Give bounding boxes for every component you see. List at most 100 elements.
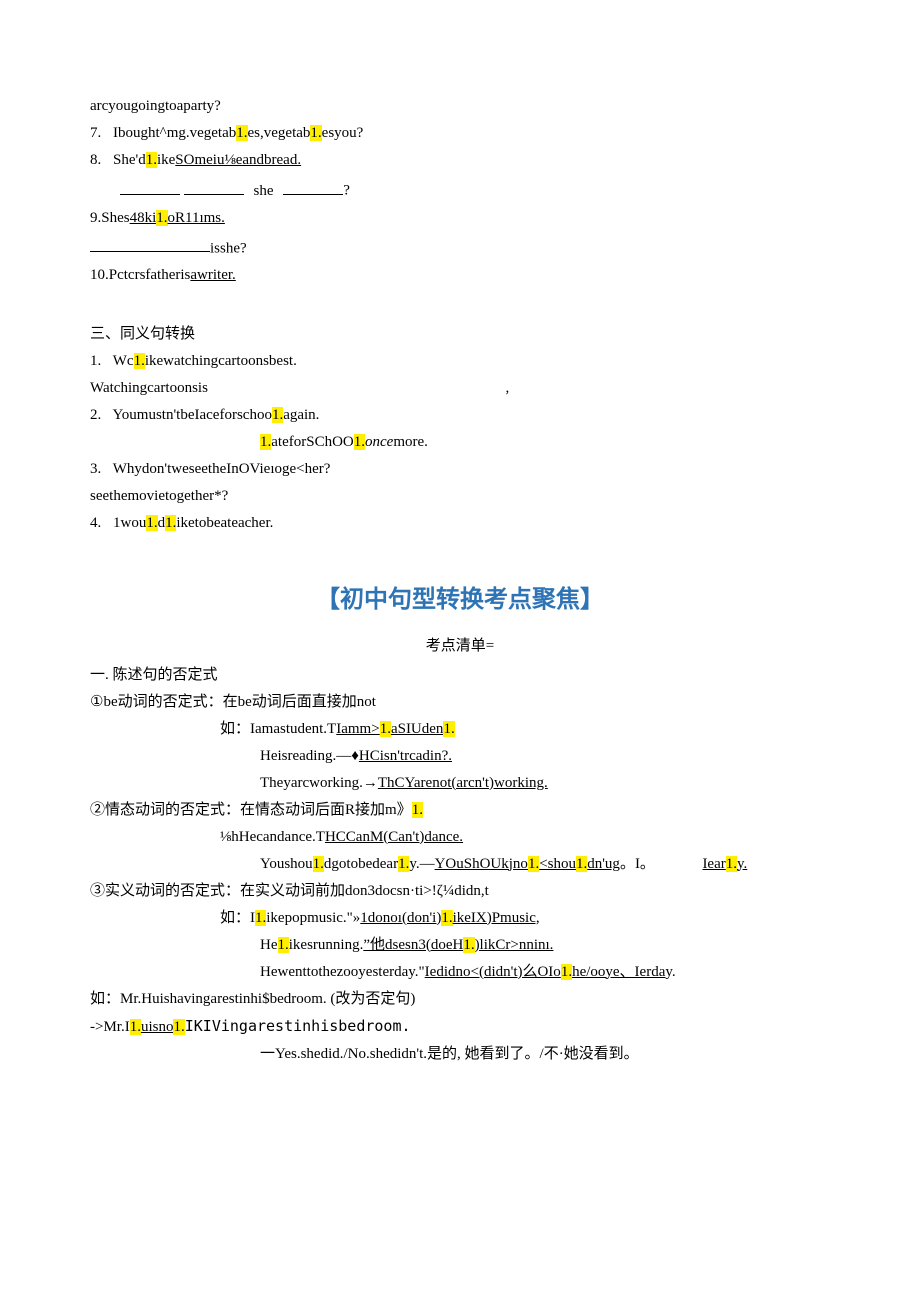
hl-icon: 1. bbox=[463, 937, 474, 953]
a3-e1-pre: 如：I bbox=[220, 910, 255, 926]
a3-e3-u2: he/ooye、Ierda bbox=[572, 964, 665, 980]
a-ex2: ->Mr.I1.uisno1.IKIVingarestinhisbedroom. bbox=[90, 1016, 830, 1038]
q9-u-pre: 48ki bbox=[130, 210, 157, 226]
s3-2-num: 2. bbox=[90, 407, 101, 423]
a3-e2-u1b: )likCr>nninı. bbox=[475, 937, 554, 953]
a3-e2-mid: ikesrunning. bbox=[289, 937, 364, 953]
a2-e2-mid3: 。I。 bbox=[620, 856, 655, 872]
a-ex3: 一Yes.shedid./No.shedidn't.是的, 她看到了。/不·她没… bbox=[90, 1044, 830, 1065]
q10-line: 10.Pctcrsfatherisawriter. bbox=[90, 265, 830, 286]
q10-u: awriter. bbox=[190, 267, 235, 283]
s3-3-num: 3. bbox=[90, 461, 101, 477]
blank-input[interactable] bbox=[120, 177, 180, 195]
hl-icon: 1. bbox=[441, 910, 452, 926]
s3-1b: Watchingcartoonsis , bbox=[90, 378, 830, 399]
q7-post: esyou? bbox=[322, 125, 364, 141]
a1-e3-u: ThCYarenot(arcn't)working. bbox=[378, 775, 548, 791]
hl-icon: 1. bbox=[130, 1019, 141, 1035]
hl-icon: 1. bbox=[726, 856, 737, 872]
blank-input[interactable] bbox=[90, 235, 210, 253]
s3-4-pre: 1wou bbox=[113, 515, 146, 531]
a3-e1-mid: ikepopmusic."» bbox=[266, 910, 360, 926]
a3-e3: Hewenttothezooyesterday."Iedidno<(didn't… bbox=[90, 962, 830, 983]
section-header: 【初中句型转换考点聚焦】 bbox=[90, 584, 830, 618]
a1-e1: 如：Iamastudent.TIamm>1.aSIUden1. bbox=[90, 719, 830, 740]
s3-1b-text: Watchingcartoonsis bbox=[90, 380, 208, 396]
hl-icon: 1. bbox=[278, 937, 289, 953]
hl-icon: 1. bbox=[146, 152, 157, 168]
hl-icon: 1. bbox=[310, 125, 321, 141]
q7-mid: es,vegetab bbox=[248, 125, 311, 141]
s3-3: 3. Whydon'tweseetheInOVieıoge<her? bbox=[90, 459, 830, 480]
sec-a: 一. 陈述句的否定式 bbox=[90, 665, 830, 686]
a2-e1: ⅛hHecandance.THCCanM(Can't)dance. bbox=[90, 827, 830, 848]
q6-line: arcyougoingtoaparty? bbox=[90, 96, 830, 117]
s3-4-post: iketobeateacher. bbox=[176, 515, 273, 531]
a1-e2: Heisreading.—♦HCisn'trcadin?. bbox=[90, 746, 830, 767]
a2-e2-u1b: <shou bbox=[539, 856, 576, 872]
q7-line: 7. Ibought^mg.vegetab1.es,vegetab1.esyou… bbox=[90, 123, 830, 144]
a2-e2: Youshou1.dgotobedear1.y.—YOuShOUkjno1.<s… bbox=[90, 854, 830, 875]
a3-e3-post: y. bbox=[665, 964, 675, 980]
a2-e2-u1: YOuShOUkjno bbox=[435, 856, 528, 872]
a1-e3-pre: Theyarcworking.→ bbox=[260, 775, 378, 791]
a-ex2-pre: ->Mr.I bbox=[90, 1019, 130, 1035]
a2: ②情态动词的否定式：在情态动词后面R接加m》1. bbox=[90, 800, 830, 821]
hl-icon: 1. bbox=[173, 1019, 184, 1035]
q8-underline: SOmeiu⅛eandbread. bbox=[175, 152, 301, 168]
q9-q: isshe? bbox=[210, 240, 247, 256]
a1-e3: Theyarcworking.→ThCYarenot(arcn't)workin… bbox=[90, 773, 830, 794]
q7-num: 7. bbox=[90, 125, 101, 141]
a1-e1-u-pre: Iamm> bbox=[336, 721, 379, 737]
hl-icon: 1. bbox=[272, 407, 283, 423]
s3-2-post: again. bbox=[283, 407, 319, 423]
s3-4-mid: d bbox=[158, 515, 166, 531]
a3: ③实义动词的否定式：在实义动词前加don3docsn·ti>!ζ¼didn,t bbox=[90, 881, 830, 902]
hl-icon: 1. bbox=[260, 434, 271, 450]
q8-pre: She'd bbox=[113, 152, 146, 168]
hl-icon: 1. bbox=[412, 802, 423, 818]
a3-e1-u: 1donoı(don'i) bbox=[360, 910, 441, 926]
a2-e2-mid1: dgotobedear bbox=[324, 856, 398, 872]
s3-3b: seethemovietogether*? bbox=[90, 486, 830, 507]
a2-e2-u2: Iear bbox=[702, 856, 725, 872]
hl-icon: 1. bbox=[156, 210, 167, 226]
a1-e2-pre: Heisreading.—♦ bbox=[260, 748, 359, 764]
a1: ①be动词的否定式：在be动词后面直接加not bbox=[90, 692, 830, 713]
s3-1-post: ikewatchingcartoonsbest. bbox=[145, 353, 297, 369]
s3-2: 2. Youmustn'tbeIaceforschoo1.again. bbox=[90, 405, 830, 426]
hl-icon: 1. bbox=[165, 515, 176, 531]
hl-icon: 1. bbox=[255, 910, 266, 926]
blank-input[interactable] bbox=[184, 177, 244, 195]
q7-pre: Ibought^mg.vegetab bbox=[113, 125, 236, 141]
a3-e2-pre: He bbox=[260, 937, 278, 953]
hl-icon: 1. bbox=[146, 515, 157, 531]
hl-icon: 1. bbox=[398, 856, 409, 872]
a1-e1-pre: 如：Iamastudent.T bbox=[220, 721, 336, 737]
a3-e3-pre: Hewenttothezooyesterday." bbox=[260, 964, 425, 980]
q8-qmark: ? bbox=[343, 183, 350, 199]
a3-e2: He1.ikesrunning.”他dsesn3(doeH1.)likCr>nn… bbox=[90, 935, 830, 956]
s3-1: 1. Wc1.ikewatchingcartoonsbest. bbox=[90, 351, 830, 372]
a2-e2-u1c: dn'ug bbox=[587, 856, 620, 872]
a3-e1-u2: ikeIX)Pmusic, bbox=[453, 910, 540, 926]
q8-blank-line: she ? bbox=[90, 177, 830, 202]
a2-e2-pre: Youshou bbox=[260, 856, 313, 872]
q8-she: she bbox=[254, 183, 274, 199]
s3-3-text: Whydon'tweseetheInOVieıoge<her? bbox=[113, 461, 331, 477]
s3-2-pre: Youmustn'tbeIaceforschoo bbox=[112, 407, 272, 423]
q9-line: 9.Shes48ki1.oR11ıms. bbox=[90, 208, 830, 229]
q10-pre: 10.Pctcrsfatheris bbox=[90, 267, 190, 283]
s3-2b-mid: ateforSChOO bbox=[271, 434, 354, 450]
a2-e1-u: HCCanM(Can't)dance. bbox=[325, 829, 463, 845]
s3-2b: 1.ateforSChOO1.oncemore. bbox=[90, 432, 830, 453]
sec3-title: 三、同义句转换 bbox=[90, 324, 830, 345]
blank-input[interactable] bbox=[283, 177, 343, 195]
a1-e1-u-post: aSIUden bbox=[391, 721, 444, 737]
a2-e2-u2b: y. bbox=[737, 856, 747, 872]
a2-text: ②情态动词的否定式：在情态动词后面R接加m》 bbox=[90, 802, 412, 818]
hl-icon: 1. bbox=[443, 721, 454, 737]
hl-icon: 1. bbox=[380, 721, 391, 737]
s3-1-num: 1. bbox=[90, 353, 101, 369]
s3-4: 4. 1wou1.d1.iketobeateacher. bbox=[90, 513, 830, 534]
